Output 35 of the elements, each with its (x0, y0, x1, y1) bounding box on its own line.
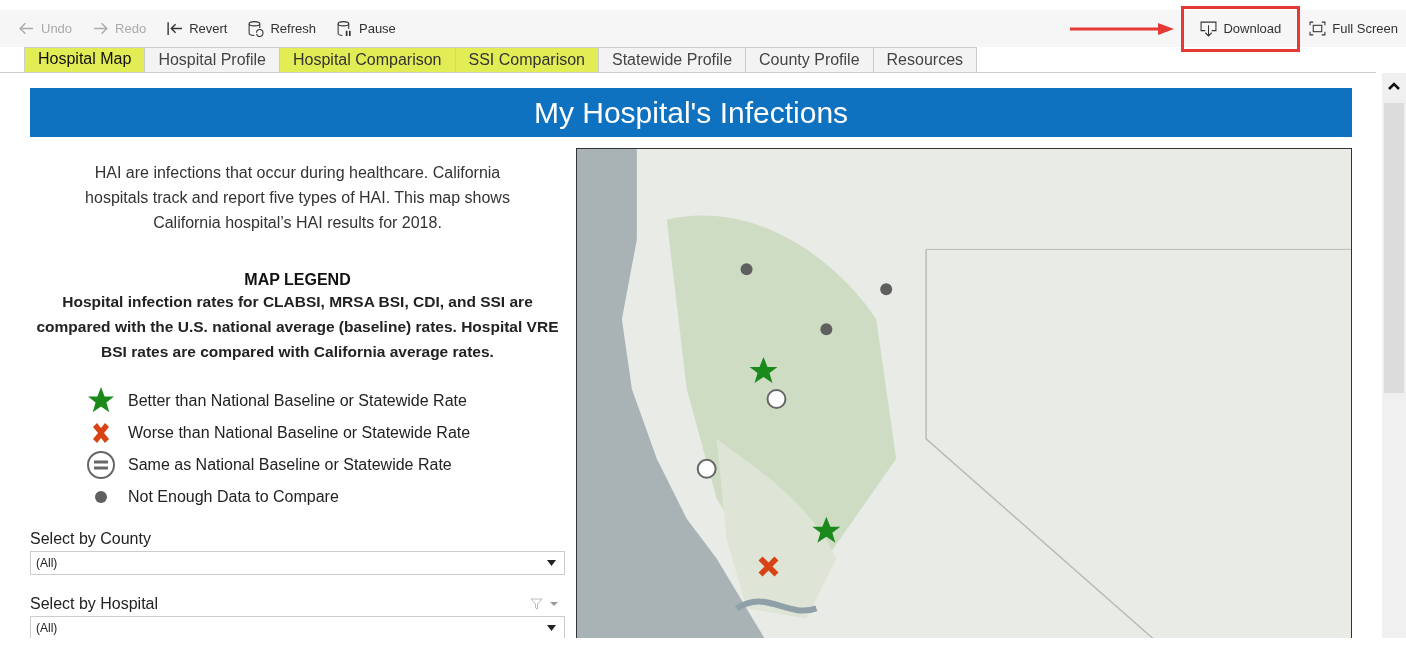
tab[interactable]: County Profile (745, 47, 874, 72)
dropdown[interactable]: (All) (30, 551, 565, 575)
legend-description: Hospital infection rates for CLABSI, MRSA BSI, CDI, and SSI are compared with the U.S. national average (baseline) rates. Hospital VRE BSI rates are compared with California average rates. (36, 292, 559, 362)
legend-label: Worse than National Baseline or Statewide Rate (128, 424, 471, 442)
refresh-button[interactable]: Refresh (239, 12, 324, 45)
tab[interactable]: Hospital Map (24, 47, 146, 72)
intro-text: HAI are infections that occur during healthcare. California hospitals track and report five types of HAI. This map shows California hospital’s HAI results for 2018. (84, 163, 511, 233)
legend-label: Better than National Baseline or Statewide Rate (128, 392, 467, 410)
tab[interactable]: Hospital Comparison (279, 47, 456, 72)
fullscreen-icon (1309, 20, 1327, 37)
banner-title: My Hospital's Infections (30, 88, 1352, 137)
filter-label: Select by County (30, 530, 152, 548)
revert-icon (166, 20, 184, 37)
download-icon (1200, 20, 1218, 37)
legend-label: Not Enough Data to Compare (128, 488, 339, 506)
filter-label: Select by Hospital (30, 595, 160, 613)
tab[interactable]: Resources (872, 47, 978, 72)
tab[interactable]: Statewide Profile (598, 47, 747, 72)
refresh-icon (247, 20, 265, 37)
legend-title: MAP LEGEND (243, 271, 352, 289)
pause-icon (336, 20, 353, 37)
pause-button[interactable]: Pause (328, 12, 404, 45)
arrow-right-icon (92, 20, 110, 37)
scroll-up-icon[interactable] (1387, 81, 1401, 91)
caret-icon (547, 625, 556, 631)
dropdown[interactable]: (All) (30, 616, 565, 638)
arrow-left-icon (18, 20, 35, 37)
tab[interactable]: Hospital Profile (144, 47, 280, 72)
fullscreen-button[interactable]: Full Screen (1301, 12, 1406, 45)
revert-button[interactable]: Revert (158, 12, 236, 45)
download-button[interactable]: Download (1184, 8, 1298, 49)
caret-icon (547, 560, 556, 566)
tab[interactable]: SSI Comparison (454, 47, 599, 72)
legend-label: Same as National Baseline or Statewide Rate (128, 456, 452, 474)
scrollbar[interactable] (1382, 73, 1406, 638)
